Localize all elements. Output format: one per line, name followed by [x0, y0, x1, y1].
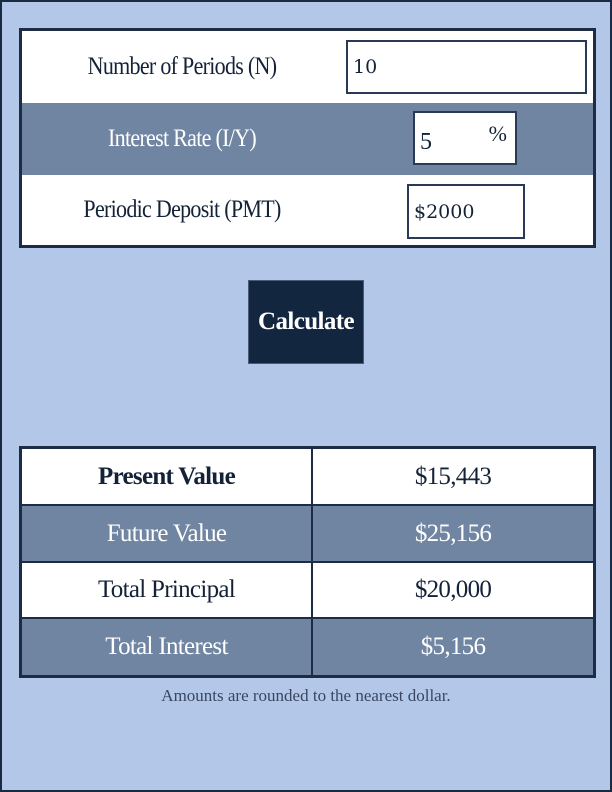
periodic-deposit-input[interactable]: $2000: [407, 184, 525, 239]
result-label: Total Interest: [22, 619, 313, 675]
interest-rate-input[interactable]: 5 %: [413, 111, 517, 165]
result-value: $5,156: [420, 633, 486, 660]
periods-row: Number of Periods (N) 10: [22, 31, 593, 103]
periodic-deposit-label: Periodic Deposit (PMT): [83, 196, 281, 223]
interest-rate-row: Interest Rate (I/Y) 5 %: [22, 103, 593, 175]
table-row: Total Interest $5,156: [22, 619, 593, 675]
interest-rate-value: 5: [420, 128, 432, 155]
periods-label: Number of Periods (N): [87, 53, 277, 80]
rounding-note: Amounts are rounded to the nearest dolla…: [161, 686, 451, 705]
table-row: Future Value $25,156: [22, 506, 593, 563]
result-value: $15,443: [414, 462, 492, 490]
results-table: Present Value $15,443 Future Value $25,1…: [19, 446, 596, 678]
result-label: Present Value: [22, 449, 313, 504]
table-row: Present Value $15,443: [22, 449, 593, 506]
inputs-table: Number of Periods (N) 10 Interest Rate (…: [19, 28, 596, 248]
calculate-button[interactable]: Calculate: [248, 280, 364, 364]
result-label: Total Principal: [22, 563, 313, 617]
periodic-deposit-row: Periodic Deposit (PMT) $2000: [22, 175, 593, 245]
percent-suffix: %: [488, 121, 507, 146]
periods-value: 10: [353, 56, 378, 78]
result-value: $25,156: [414, 519, 492, 547]
result-value: $20,000: [414, 576, 492, 603]
table-row: Total Principal $20,000: [22, 563, 593, 619]
result-label: Future Value: [22, 506, 313, 561]
interest-rate-label: Interest Rate (I/Y): [108, 125, 257, 152]
periodic-deposit-value: $2000: [414, 200, 475, 223]
periods-input[interactable]: 10: [346, 40, 587, 94]
